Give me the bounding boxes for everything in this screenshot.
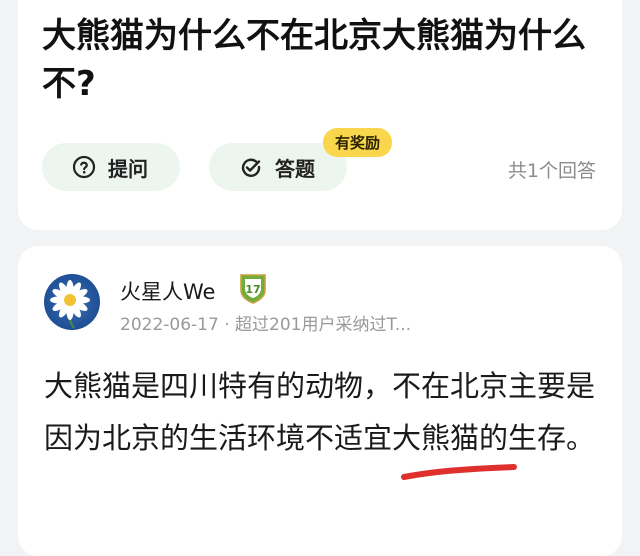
level-shield-icon: 17 (238, 272, 268, 308)
answer-button-label: 答题 (275, 156, 315, 181)
ask-button-label: 提问 (108, 156, 148, 181)
pen-check-icon (239, 155, 263, 179)
daisy-icon (50, 280, 90, 329)
red-underline-annotation (401, 464, 517, 480)
answer-card: 火星人We 17 2022-06-17 · 超过201用户采纳过T... 大熊猫… (18, 246, 622, 556)
author-name[interactable]: 火星人We (120, 276, 215, 306)
level-badge-number: 17 (245, 283, 260, 296)
question-card: 大熊猫为什么不在北京大熊猫为什么不? 提问 答题 有奖励 共1个回答 (18, 0, 622, 230)
answer-count[interactable]: 共1个回答 (508, 156, 596, 183)
question-title: 大熊猫为什么不在北京大熊猫为什么不? (42, 16, 586, 104)
answer-content: 大熊猫是四川特有的动物，不在北京主要是因为北京的生活环境不适宜大熊猫的生存。 (44, 369, 596, 455)
reward-badge: 有奖励 (323, 128, 393, 157)
question-circle-icon (72, 155, 96, 179)
ask-button[interactable]: 提问 (42, 143, 180, 191)
avatar[interactable] (44, 274, 100, 330)
answer-meta: 2022-06-17 · 超过201用户采纳过T... (120, 315, 412, 335)
